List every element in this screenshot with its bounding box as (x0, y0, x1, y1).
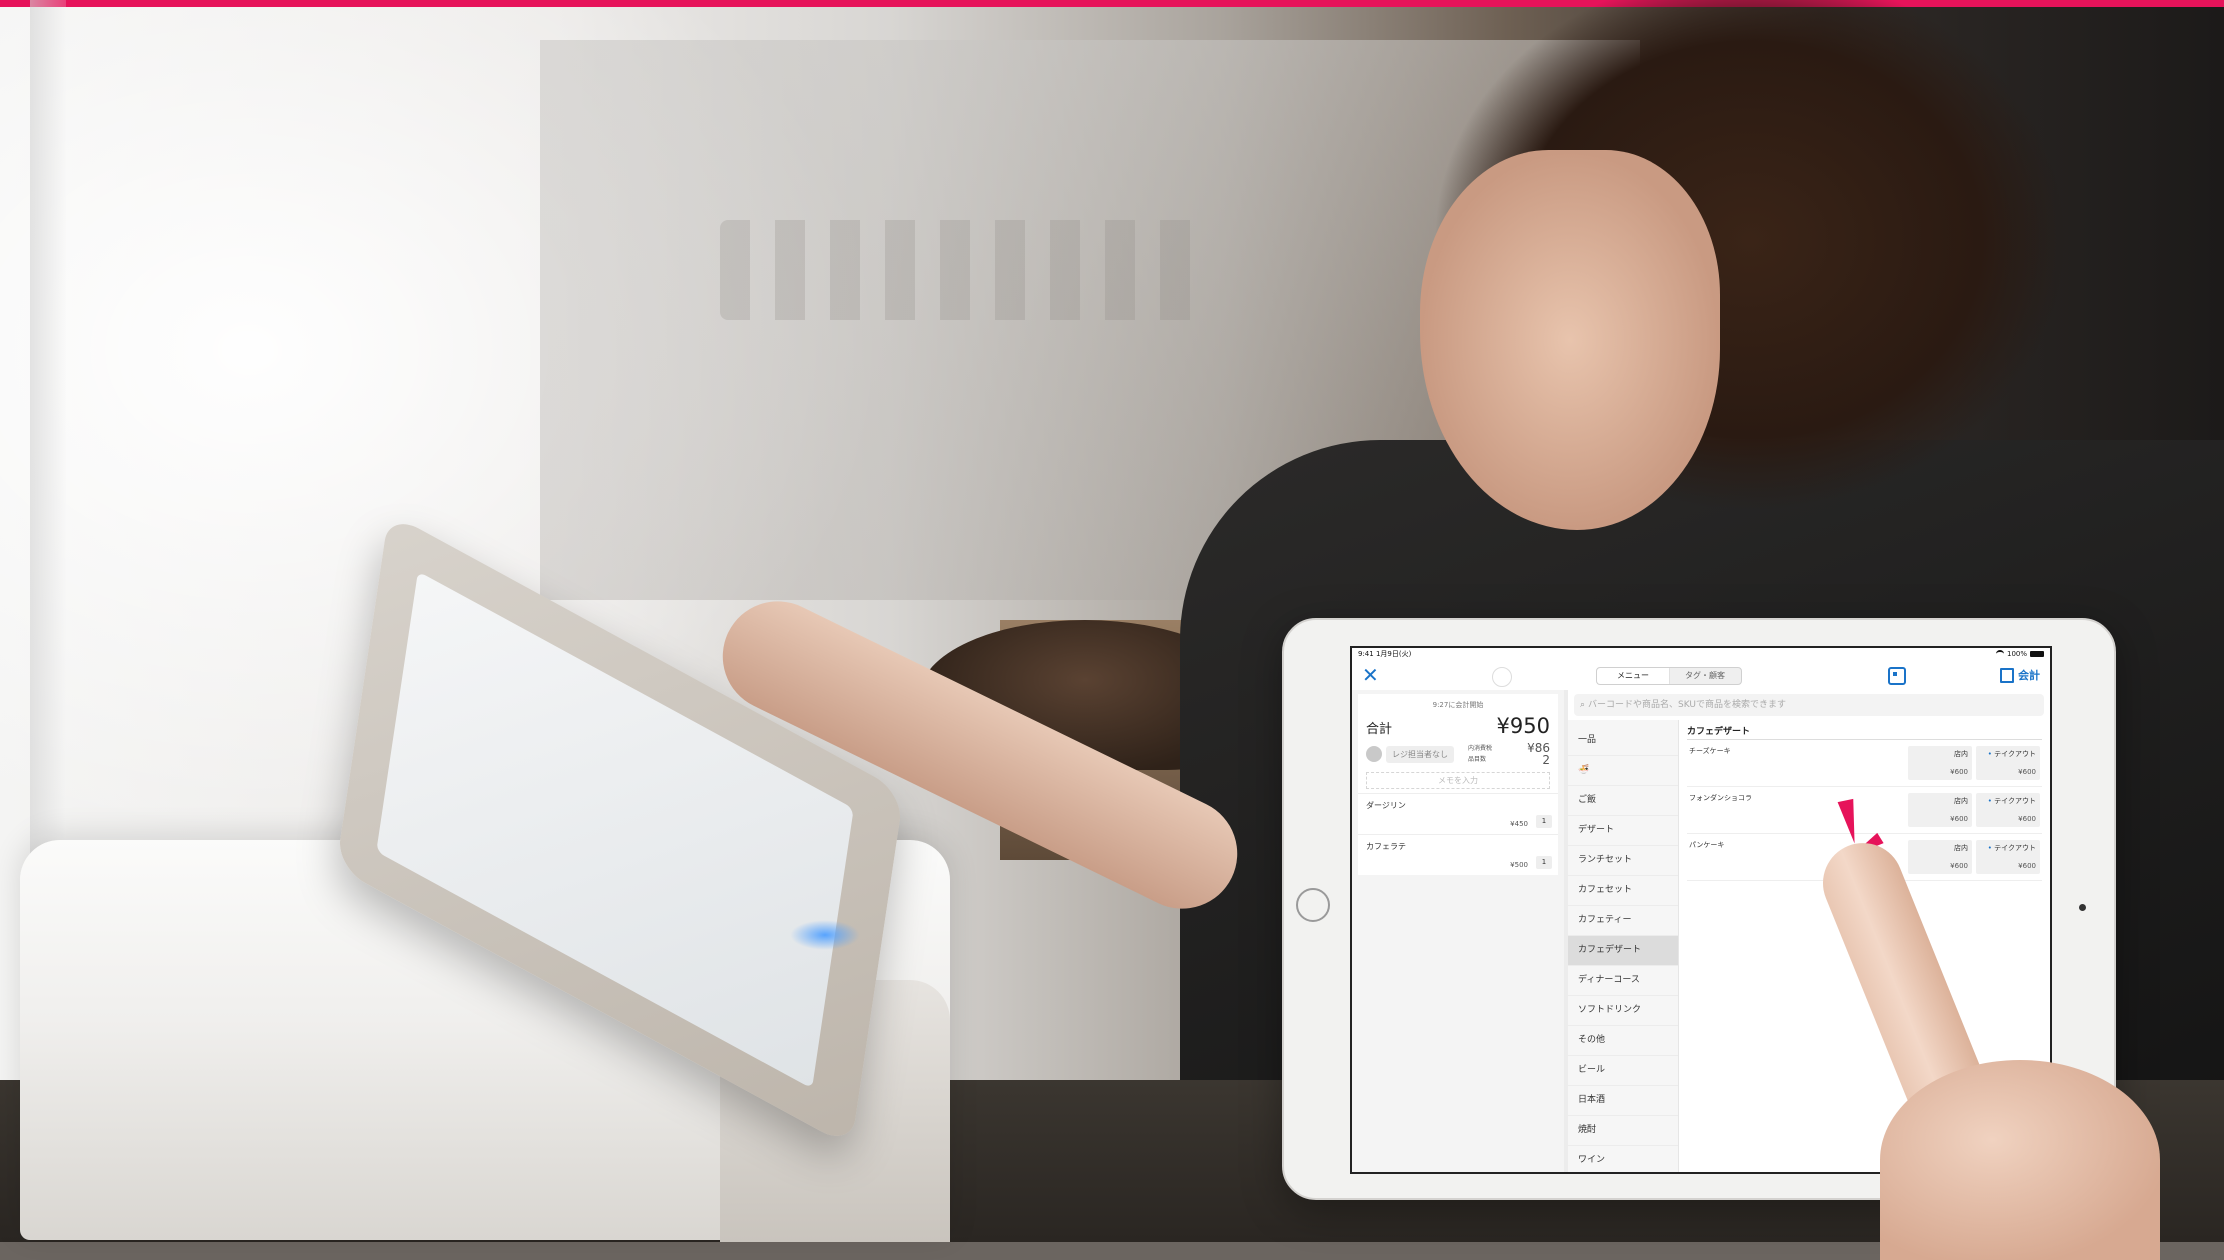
line-item-name: ダージリン (1366, 801, 1406, 810)
category-item[interactable]: 一品 (1568, 726, 1678, 756)
wifi-icon (1995, 650, 2004, 658)
product-category-header: カフェデザート (1687, 724, 2042, 740)
tax-label: 内消費税 (1468, 745, 1493, 752)
category-item[interactable]: デザート (1568, 816, 1678, 846)
category-item[interactable]: 🍜 (1568, 756, 1678, 786)
tab-menu[interactable]: メニュー (1597, 668, 1669, 684)
tab-tags-customers[interactable]: タグ・顧客 (1669, 668, 1741, 684)
variant-price: ¥600 (2018, 815, 2036, 823)
variant-button[interactable]: 店内 ¥600 (1908, 840, 1972, 874)
variant-label: 店内 (1954, 750, 1968, 758)
product-row: チーズケーキ 店内 ¥600 • テイクアウト ¥600 (1687, 740, 2042, 787)
line-item[interactable]: カフェラテ ¥500 1 (1358, 834, 1558, 875)
line-item[interactable]: ダージリン ¥450 1 (1358, 793, 1558, 834)
total-value: ¥950 (1496, 714, 1550, 738)
status-time: 9:41 (1358, 650, 1374, 658)
checkout-button[interactable]: 会計 (2000, 667, 2040, 683)
category-item[interactable]: ご飯 (1568, 786, 1678, 816)
hand (1880, 1060, 2160, 1260)
product-name: チーズケーキ (1689, 747, 1731, 755)
order-pane: 9:27に会計開始 合計 ¥950 レジ担当者なし 内消費税 品目数 ¥86 2… (1352, 690, 1568, 1172)
front-camera (2079, 904, 2086, 911)
category-item[interactable]: ビール (1568, 1056, 1678, 1086)
segmented-tabs: メニュー タグ・顧客 (1596, 667, 1742, 685)
category-item[interactable]: カフェティー (1568, 906, 1678, 936)
items-count-value: 2 (1542, 753, 1550, 767)
category-item[interactable]: ランチセット (1568, 846, 1678, 876)
variant-button[interactable]: • テイクアウト ¥600 (1976, 746, 2040, 780)
variant-label: 店内 (1954, 844, 1968, 852)
memo-input[interactable]: メモを入力 (1366, 772, 1550, 789)
variant-price: ¥600 (1950, 862, 1968, 870)
battery-percent: 100% (2006, 650, 2027, 658)
order-summary: 9:27に会計開始 合計 ¥950 レジ担当者なし 内消費税 品目数 ¥86 2… (1358, 694, 1558, 793)
variant-price: ¥600 (2018, 862, 2036, 870)
variant-button[interactable]: 店内 ¥600 (1908, 793, 1972, 827)
line-item-name: カフェラテ (1366, 842, 1406, 851)
variant-label: 店内 (1954, 797, 1968, 805)
line-item-qty[interactable]: 1 (1536, 815, 1552, 828)
variant-price: ¥600 (1950, 815, 1968, 823)
product-name: パンケーキ (1689, 841, 1725, 849)
line-item-price: ¥500 (1510, 861, 1528, 869)
home-button[interactable] (1296, 888, 1330, 922)
staff-selector[interactable]: レジ担当者なし (1386, 745, 1454, 763)
category-item[interactable]: その他 (1568, 1026, 1678, 1056)
variant-button[interactable]: 店内 ¥600 (1908, 746, 1972, 780)
variant-button[interactable]: • テイクアウト ¥600 (1976, 840, 2040, 874)
search-placeholder: バーコードや商品名、SKUで商品を検索できます (1588, 700, 1787, 710)
stand-blue-light (790, 920, 860, 950)
category-item[interactable]: ワイン (1568, 1146, 1678, 1172)
battery-icon (2030, 651, 2044, 657)
variant-price: ¥600 (1950, 768, 1968, 776)
category-item-selected[interactable]: カフェデザート (1568, 936, 1678, 966)
status-bar: 9:41 1月9日(火) 100% (1352, 648, 2050, 660)
barcode-scan-icon[interactable] (1888, 667, 1906, 685)
category-list: 一品 🍜 ご飯 デザート ランチセット カフェセット カフェティー カフェデザー… (1568, 720, 1679, 1172)
category-item[interactable]: カフェセット (1568, 876, 1678, 906)
placeholder-icon (1492, 667, 1512, 687)
line-item-qty[interactable]: 1 (1536, 856, 1552, 869)
total-label: 合計 (1366, 722, 1393, 737)
wall-column (30, 0, 66, 960)
line-item-price: ¥450 (1510, 820, 1528, 828)
category-item[interactable]: 日本酒 (1568, 1086, 1678, 1116)
checkout-label: 会計 (2018, 669, 2040, 682)
variant-price: ¥600 (2018, 768, 2036, 776)
nav-bar: ✕ メニュー タグ・顧客 会計 (1352, 660, 2050, 690)
search-input[interactable]: ⌕ バーコードや商品名、SKUで商品を検索できます (1574, 694, 2044, 716)
items-count-label: 品目数 (1468, 756, 1487, 763)
order-start-time: 9:27に会計開始 (1432, 701, 1484, 709)
variant-label: テイクアウト (1994, 844, 2036, 852)
wall-signage (720, 220, 1200, 320)
product-name: フォンダンショコラ (1689, 794, 1752, 802)
staff-avatar (1366, 746, 1382, 762)
category-item[interactable]: ソフトドリンク (1568, 996, 1678, 1026)
category-item[interactable]: 焼酎 (1568, 1116, 1678, 1146)
variant-label: テイクアウト (1994, 797, 2036, 805)
variant-label: テイクアウト (1994, 750, 2036, 758)
search-icon: ⌕ (1580, 700, 1586, 710)
category-item[interactable]: ディナーコース (1568, 966, 1678, 996)
status-date: 1月9日(火) (1375, 650, 1412, 658)
shopping-bag-icon (2000, 667, 2014, 683)
close-icon[interactable]: ✕ (1362, 665, 1379, 685)
product-row: フォンダンショコラ 店内 ¥600 • テイクアウト ¥600 (1687, 787, 2042, 834)
variant-button[interactable]: • テイクアウト ¥600 (1976, 793, 2040, 827)
